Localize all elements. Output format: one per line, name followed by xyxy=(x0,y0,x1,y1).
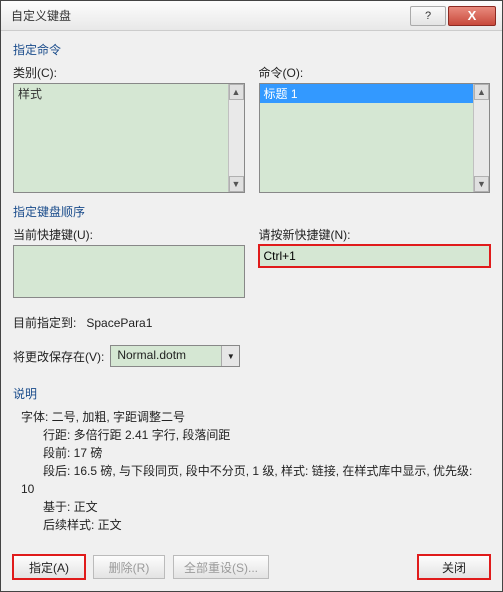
section-command: 指定命令 xyxy=(13,41,490,58)
reset-all-button: 全部重设(S)... xyxy=(173,555,269,579)
new-key-label: 请按新快捷键(N): xyxy=(259,226,491,243)
categories-label: 类别(C): xyxy=(13,64,245,81)
help-icon[interactable]: ? xyxy=(410,6,446,26)
close-button[interactable]: 关闭 xyxy=(418,555,490,579)
current-keys-label: 当前快捷键(U): xyxy=(13,226,245,243)
scrollbar[interactable]: ▲ ▼ xyxy=(473,84,489,192)
save-in-combo[interactable]: Normal.dotm ▼ xyxy=(110,345,240,367)
chevron-down-icon[interactable]: ▼ xyxy=(474,176,489,192)
current-keys-listbox[interactable] xyxy=(13,245,245,298)
commands-label: 命令(O): xyxy=(259,64,491,81)
chevron-up-icon[interactable]: ▲ xyxy=(474,84,489,100)
categories-listbox[interactable]: 样式 ▲ ▼ xyxy=(13,83,245,193)
new-shortcut-input[interactable] xyxy=(259,245,491,267)
chevron-down-icon[interactable]: ▼ xyxy=(221,346,239,366)
list-item[interactable]: 标题 1 xyxy=(260,84,490,103)
save-in-label: 将更改保存在(V): xyxy=(13,348,104,365)
description-label: 说明 xyxy=(13,385,490,402)
remove-button: 删除(R) xyxy=(93,555,165,579)
save-in-value: Normal.dotm xyxy=(111,346,221,366)
chevron-down-icon[interactable]: ▼ xyxy=(229,176,244,192)
scrollbar[interactable]: ▲ ▼ xyxy=(228,84,244,192)
list-item[interactable]: 样式 xyxy=(14,84,244,103)
titlebar: 自定义键盘 ? X xyxy=(1,1,502,31)
description-text: 字体: 二号, 加粗, 字距调整二号 行距: 多倍行距 2.41 字行, 段落间… xyxy=(13,404,490,534)
section-sequence: 指定键盘顺序 xyxy=(13,203,490,220)
close-icon[interactable]: X xyxy=(448,6,496,26)
window-title: 自定义键盘 xyxy=(7,7,410,24)
assign-button[interactable]: 指定(A) xyxy=(13,555,85,579)
dialog-customize-keyboard: 自定义键盘 ? X 指定命令 类别(C): 样式 ▲ ▼ 命令(O): xyxy=(0,0,503,592)
assigned-to-label: 目前指定到: xyxy=(13,316,76,330)
assigned-to-value: SpacePara1 xyxy=(86,316,152,330)
commands-listbox[interactable]: 标题 1 ▲ ▼ xyxy=(259,83,491,193)
chevron-up-icon[interactable]: ▲ xyxy=(229,84,244,100)
